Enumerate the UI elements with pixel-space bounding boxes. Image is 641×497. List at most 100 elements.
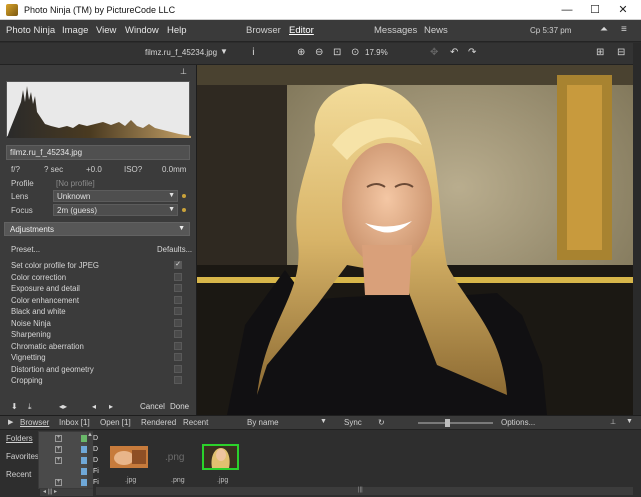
thumbnail-size-slider[interactable] (418, 422, 493, 424)
sync-button[interactable]: Sync (344, 418, 362, 427)
mode-editor[interactable]: Editor (289, 25, 314, 36)
expand-icon[interactable]: ◂▸ (59, 402, 67, 411)
thumbnail-1[interactable] (110, 446, 148, 468)
adj-noise-ninja: Noise Ninja (11, 319, 51, 328)
preset-button[interactable]: Preset... (11, 245, 40, 254)
tab-inbox[interactable]: Inbox [1] (59, 418, 90, 427)
rotate-right-icon[interactable]: ↷ (468, 47, 476, 58)
exif-aperture: f/? (11, 165, 20, 174)
sidebar-item-folders[interactable]: Folders (6, 434, 33, 443)
menu-window[interactable]: Window (125, 25, 159, 36)
folder-vscroll[interactable]: ▲ (87, 432, 93, 488)
adj-noise-ninja-checkbox[interactable] (174, 319, 182, 327)
zoom-in-icon[interactable]: ⊕ (297, 47, 305, 58)
focus-value: 2m (guess) (57, 206, 98, 215)
menu-photo-ninja[interactable]: Photo Ninja (6, 25, 55, 36)
thumbnail-1-caption: .jpg (125, 477, 137, 484)
next-icon[interactable]: ▸ (109, 402, 113, 411)
tab-browser[interactable]: Browser (20, 418, 49, 427)
layout-icon[interactable]: ⊟ (617, 47, 625, 58)
folder-label: Fi (93, 479, 99, 486)
folder-label: Fi (93, 468, 99, 475)
rotate-left-icon[interactable]: ↶ (450, 47, 458, 58)
sort-dropdown-icon[interactable]: ▼ (320, 418, 327, 425)
focus-status-dot (182, 208, 186, 212)
thumbnail-scrollbar[interactable]: ||| (96, 487, 633, 495)
sidebar-item-recent[interactable]: Recent (6, 470, 31, 479)
mode-news[interactable]: News (424, 25, 448, 36)
menu-hamburger-icon[interactable]: ≡ (621, 24, 627, 35)
adj-black-white: Black and white (11, 307, 66, 316)
menu-view[interactable]: View (96, 25, 116, 36)
lens-value: Unknown (57, 192, 91, 201)
file-dropdown-icon[interactable]: ▼ (220, 47, 228, 56)
folder-row[interactable]: + D (53, 457, 98, 465)
adj-cropping-checkbox[interactable] (174, 376, 182, 384)
adj-color-enhancement-checkbox[interactable] (174, 296, 182, 304)
refresh-icon[interactable]: ↻ (378, 418, 385, 427)
adjustments-title: Adjustments (10, 225, 55, 234)
folder-label: D (93, 446, 99, 453)
collapse-down-icon[interactable]: ▼ (626, 418, 633, 425)
defaults-button[interactable]: Defaults... (157, 245, 192, 254)
info-icon[interactable]: ⅰ (252, 47, 255, 58)
play-icon[interactable]: ▶ (8, 418, 13, 426)
adj-vignetting-checkbox[interactable] (174, 353, 182, 361)
chevron-down-icon: ▼ (168, 206, 175, 213)
thumbnail-2-placeholder[interactable]: .png (165, 452, 184, 463)
adj-exposure-detail: Exposure and detail (11, 284, 80, 293)
adjustments-header[interactable]: Adjustments ▼ (4, 222, 190, 236)
tab-open[interactable]: Open [1] (100, 418, 131, 427)
prev-icon[interactable]: ◂ (92, 402, 96, 411)
minimize-button[interactable]: — (553, 0, 581, 20)
adj-sharpening: Sharpening (11, 330, 51, 339)
profile-label: Profile (11, 179, 34, 188)
app-icon (6, 4, 18, 16)
file-selector[interactable]: filmz.ru_f_45234.jpg (145, 48, 217, 57)
pin-icon[interactable]: ⊥ (180, 67, 187, 76)
collapse-up-icon[interactable]: ⏶ (600, 24, 608, 35)
adj-distortion-geometry: Distortion and geometry (11, 365, 94, 374)
adj-distortion-geometry-checkbox[interactable] (174, 365, 182, 373)
adj-sharpening-checkbox[interactable] (174, 330, 182, 338)
menu-image[interactable]: Image (62, 25, 88, 36)
options-button[interactable]: Options... (501, 418, 535, 427)
lens-status-dot (182, 194, 186, 198)
menu-help[interactable]: Help (167, 25, 187, 36)
folder-scrollbar[interactable]: ◂ ||| ▸ (40, 489, 93, 496)
close-button[interactable]: ✕ (609, 0, 637, 20)
cancel-button[interactable]: Cancel (140, 402, 165, 411)
sort-select[interactable]: By name (247, 418, 279, 427)
lens-select[interactable]: Unknown ▼ (53, 190, 178, 202)
adj-chromatic-aberration-checkbox[interactable] (174, 342, 182, 350)
thumbnail-3-selected[interactable] (202, 444, 239, 470)
grid-view-icon[interactable]: ⊞ (596, 47, 604, 58)
zoom-fit-icon[interactable]: ⊡ (333, 47, 341, 58)
folder-row[interactable]: + Fi (53, 479, 99, 487)
adj-exposure-detail-checkbox[interactable] (174, 284, 182, 292)
folder-row[interactable]: Fi (53, 468, 99, 476)
editor-toolbar: filmz.ru_f_45234.jpg ▼ ⅰ ⊕ ⊖ ⊡ ⊙ 17.9% ✥… (0, 43, 641, 65)
move-down-icon[interactable]: ⬇ (11, 402, 18, 411)
sidebar-item-favorites[interactable]: Favorites (6, 452, 39, 461)
done-button[interactable]: Done (170, 402, 189, 411)
tab-recent[interactable]: Recent (183, 418, 208, 427)
zoom-out-icon[interactable]: ⊖ (315, 47, 323, 58)
folder-row[interactable]: + D (53, 446, 98, 454)
zoom-actual-icon[interactable]: ⊙ (351, 47, 359, 58)
adj-color-profile-checkbox[interactable]: ✓ (174, 261, 182, 269)
mode-browser[interactable]: Browser (246, 25, 281, 36)
filename-field[interactable]: filmz.ru_f_45234.jpg (6, 145, 190, 160)
move-bottom-icon[interactable]: ⤓ (28, 402, 32, 412)
slider-handle[interactable] (445, 419, 450, 427)
adj-color-correction-checkbox[interactable] (174, 273, 182, 281)
profile-value: [No profile] (56, 179, 95, 188)
folder-row[interactable]: + D (53, 435, 98, 443)
photo-canvas[interactable] (197, 65, 633, 415)
pin-icon[interactable]: ⊥ (610, 418, 616, 426)
tab-rendered[interactable]: Rendered (141, 418, 176, 427)
maximize-button[interactable]: ☐ (581, 0, 609, 20)
focus-select[interactable]: 2m (guess) ▼ (53, 204, 178, 216)
adj-black-white-checkbox[interactable] (174, 307, 182, 315)
mode-messages[interactable]: Messages (374, 25, 417, 36)
